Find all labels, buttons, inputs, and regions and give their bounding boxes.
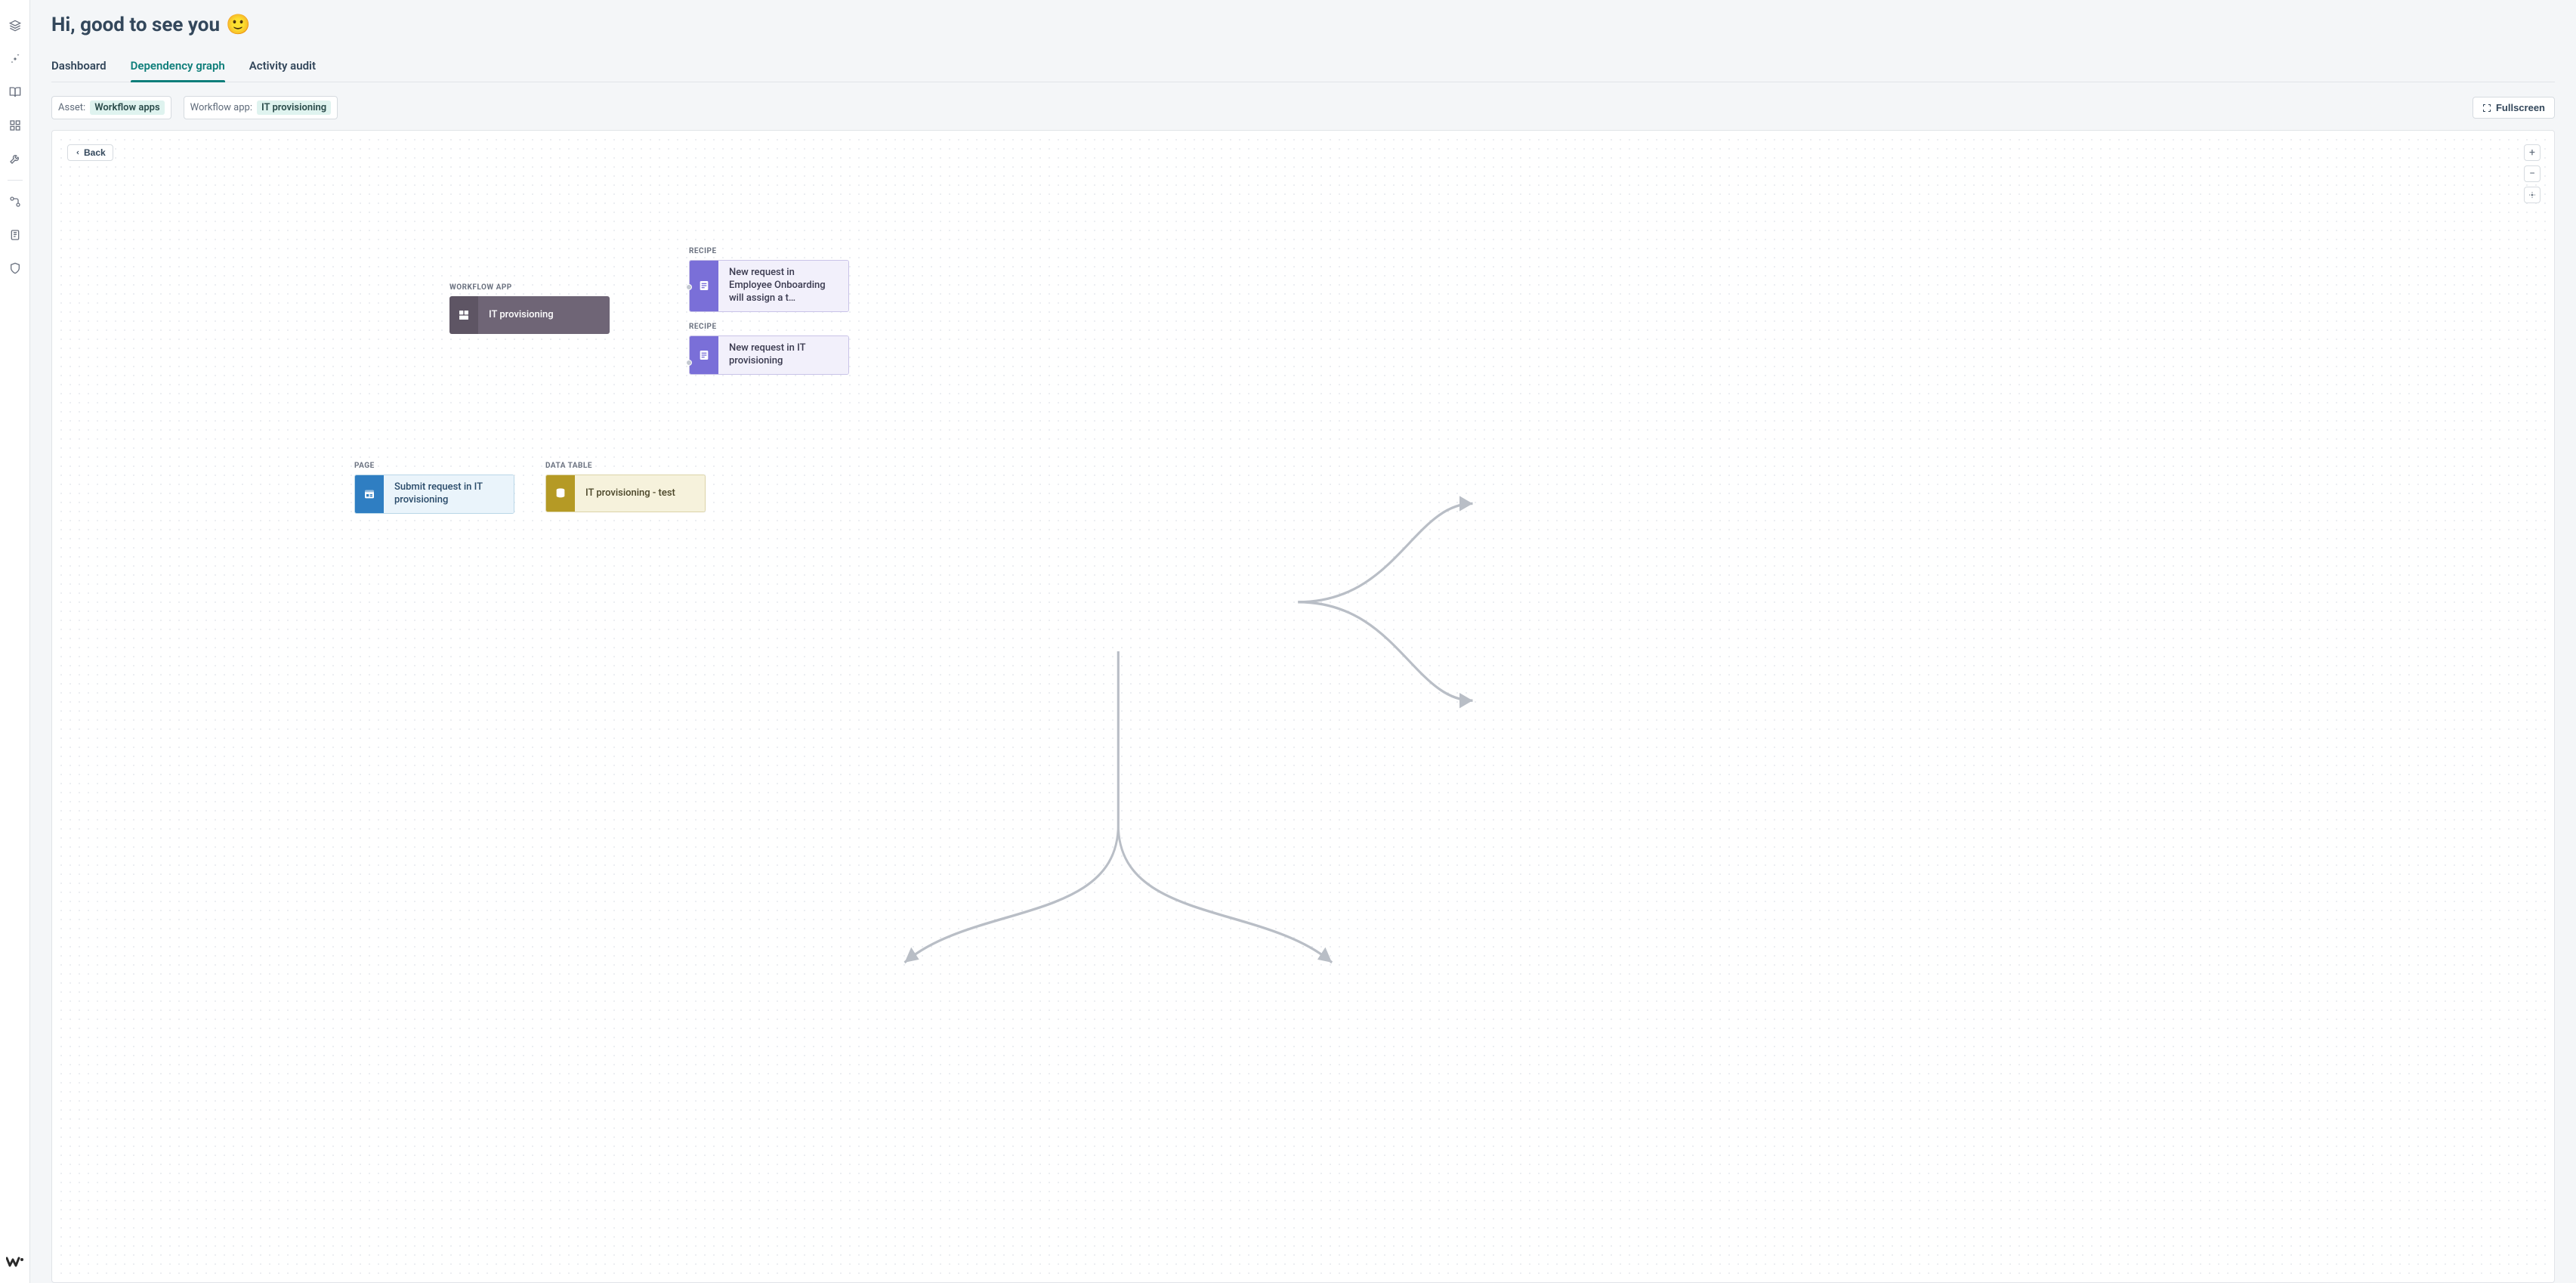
node-type-label: WORKFLOW APP bbox=[449, 283, 610, 292]
page-icon bbox=[355, 475, 384, 513]
node-type-label: RECIPE bbox=[689, 323, 849, 331]
wrench-icon[interactable] bbox=[6, 150, 24, 168]
status-dot-inactive bbox=[686, 360, 692, 366]
tab-dependency-graph[interactable]: Dependency graph bbox=[131, 51, 225, 82]
graph-canvas[interactable]: Back + − bbox=[51, 130, 2555, 1283]
node-group-recipe-2: RECIPE New request in IT provisioning bbox=[689, 323, 849, 375]
fullscreen-button[interactable]: Fullscreen bbox=[2473, 97, 2555, 119]
node-recipe-2[interactable]: New request in IT provisioning bbox=[689, 335, 849, 375]
node-group-recipe-1: RECIPE New request in Employee Onboardin… bbox=[689, 247, 849, 312]
filter-row: Asset: Workflow apps Workflow app: IT pr… bbox=[51, 96, 2555, 119]
filter-asset-label: Asset: bbox=[58, 102, 85, 113]
page-title-text: Hi, good to see you bbox=[51, 14, 220, 36]
brand-logo bbox=[6, 1253, 24, 1271]
left-sidebar bbox=[0, 0, 30, 1283]
node-page[interactable]: Submit request in IT provisioning bbox=[354, 475, 514, 514]
settings-icon[interactable] bbox=[6, 50, 24, 68]
status-dot-inactive bbox=[686, 284, 692, 290]
chevron-left-icon bbox=[75, 149, 81, 156]
clipboard-icon[interactable] bbox=[6, 226, 24, 244]
flow-icon[interactable] bbox=[6, 193, 24, 211]
page-title-emoji: 🙂 bbox=[226, 14, 250, 36]
node-type-label: PAGE bbox=[354, 462, 514, 470]
book-icon[interactable] bbox=[6, 83, 24, 101]
page-title: Hi, good to see you 🙂 bbox=[51, 14, 2555, 36]
node-type-label: DATA TABLE bbox=[545, 462, 706, 470]
graph-edges bbox=[57, 135, 2550, 1278]
tab-activity-audit[interactable]: Activity audit bbox=[249, 51, 316, 82]
node-group-workflow-app: WORKFLOW APP IT provisioning bbox=[449, 283, 610, 334]
node-group-page: PAGE Submit request in IT provisioning bbox=[354, 462, 514, 514]
node-data-table[interactable]: IT provisioning - test bbox=[545, 475, 706, 512]
node-title: Submit request in IT provisioning bbox=[384, 475, 514, 513]
zoom-in-button[interactable]: + bbox=[2524, 144, 2540, 161]
node-title: New request in IT provisioning bbox=[718, 336, 848, 374]
filter-workflow-app-label: Workflow app: bbox=[190, 102, 252, 113]
filter-workflow-app-value: IT provisioning bbox=[257, 100, 331, 115]
node-workflow-app[interactable]: IT provisioning bbox=[449, 296, 610, 334]
layers-icon[interactable] bbox=[6, 17, 24, 35]
filter-asset-value: Workflow apps bbox=[90, 100, 164, 115]
back-button[interactable]: Back bbox=[67, 144, 113, 161]
node-title: New request in Employee Onboarding will … bbox=[718, 261, 848, 311]
zoom-controls: + − bbox=[2524, 144, 2540, 203]
recipe-icon bbox=[690, 261, 718, 311]
database-icon bbox=[546, 475, 575, 512]
recipe-icon bbox=[690, 336, 718, 374]
filter-asset[interactable]: Asset: Workflow apps bbox=[51, 96, 171, 119]
node-title: IT provisioning - test bbox=[575, 475, 705, 512]
zoom-out-button[interactable]: − bbox=[2524, 165, 2540, 182]
node-group-data-table: DATA TABLE IT provisioning - test bbox=[545, 462, 706, 512]
shield-icon[interactable] bbox=[6, 259, 24, 277]
sidebar-divider bbox=[8, 180, 23, 181]
fullscreen-icon bbox=[2482, 104, 2491, 113]
filter-workflow-app[interactable]: Workflow app: IT provisioning bbox=[184, 96, 338, 119]
tab-dashboard[interactable]: Dashboard bbox=[51, 51, 107, 82]
node-type-label: RECIPE bbox=[689, 247, 849, 255]
grid-icon[interactable] bbox=[6, 116, 24, 134]
node-recipe-1[interactable]: New request in Employee Onboarding will … bbox=[689, 260, 849, 312]
tabs: Dashboard Dependency graph Activity audi… bbox=[51, 51, 2555, 82]
workflow-app-icon bbox=[449, 296, 478, 334]
zoom-fit-button[interactable] bbox=[2524, 187, 2540, 203]
node-title: IT provisioning bbox=[478, 296, 610, 334]
